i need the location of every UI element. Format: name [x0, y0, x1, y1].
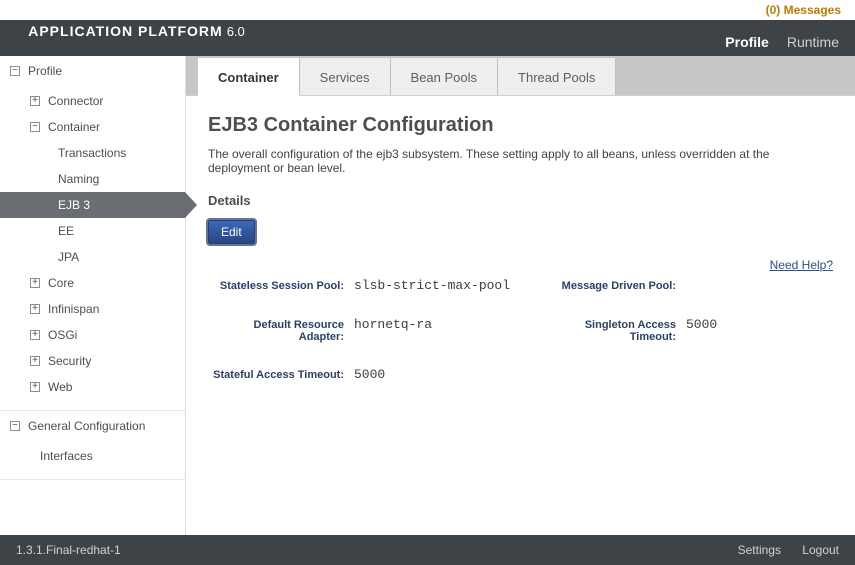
label-singleton-access-timeout: Singleton Access Timeout: — [540, 319, 680, 343]
sidebar-item-label: Security — [48, 354, 91, 368]
sidebar-group-general[interactable]: − General Configuration — [0, 411, 185, 441]
sidebar-item-ejb3[interactable]: EJB 3 — [0, 192, 185, 218]
value-stateless-session-pool: slsb-strict-max-pool — [354, 278, 534, 293]
sidebar-item-label: Container — [48, 120, 100, 134]
sidebar-item-web[interactable]: + Web — [0, 374, 185, 400]
sidebar-item-transactions[interactable]: Transactions — [0, 140, 185, 166]
topnav-profile[interactable]: Profile — [725, 34, 769, 50]
sidebar-group-label: General Configuration — [28, 419, 145, 433]
sidebar-item-label: Infinispan — [48, 302, 99, 316]
minus-icon: − — [10, 66, 20, 76]
value-default-resource-adapter: hornetq-ra — [354, 317, 534, 332]
edit-button[interactable]: Edit — [208, 220, 255, 244]
sidebar-item-label: Web — [48, 380, 72, 394]
sidebar-item-core[interactable]: + Core — [0, 270, 185, 296]
value-stateful-access-timeout: 5000 — [354, 367, 534, 382]
sidebar-item-infinispan[interactable]: + Infinispan — [0, 296, 185, 322]
sidebar-item-label: Core — [48, 276, 74, 290]
tabs-strip: Container Services Bean Pools Thread Poo… — [186, 56, 855, 96]
sidebar-item-label: Interfaces — [40, 449, 93, 463]
sidebar-item-security[interactable]: + Security — [0, 348, 185, 374]
sidebar: − Profile + Connector − Container Transa… — [0, 56, 186, 535]
footer: 1.3.1.Final-redhat-1 Settings Logout — [0, 535, 855, 565]
minus-icon: − — [10, 421, 20, 431]
sidebar-item-connector[interactable]: + Connector — [0, 88, 185, 114]
footer-version: 1.3.1.Final-redhat-1 — [16, 543, 121, 557]
tab-container[interactable]: Container — [198, 58, 300, 96]
sidebar-item-label: Connector — [48, 94, 103, 108]
sidebar-item-ee[interactable]: EE — [0, 218, 185, 244]
section-title-details: Details — [208, 193, 833, 208]
sidebar-item-container[interactable]: − Container — [0, 114, 185, 140]
sidebar-item-jpa[interactable]: JPA — [0, 244, 185, 270]
logo-version: 6.0 — [227, 24, 245, 39]
sidebar-group-profile[interactable]: − Profile — [0, 56, 185, 86]
sidebar-item-osgi[interactable]: + OSGi — [0, 322, 185, 348]
sidebar-item-label: OSGi — [48, 328, 77, 342]
details-form: Stateless Session Pool: slsb-strict-max-… — [208, 278, 833, 382]
plus-icon: + — [30, 356, 40, 366]
main-panel: EJB3 Container Configuration The overall… — [186, 96, 855, 400]
logo-line1: JBOSS' ENTERPRISE — [12, 4, 245, 13]
plus-icon: + — [30, 96, 40, 106]
sidebar-group-label: Profile — [28, 64, 62, 78]
tab-thread-pools[interactable]: Thread Pools — [498, 58, 616, 95]
page-description: The overall configuration of the ejb3 su… — [208, 147, 788, 175]
topnav-runtime[interactable]: Runtime — [787, 34, 839, 50]
plus-icon: + — [30, 330, 40, 340]
label-stateless-session-pool: Stateless Session Pool: — [208, 280, 348, 292]
tab-bean-pools[interactable]: Bean Pools — [391, 58, 499, 95]
need-help-link[interactable]: Need Help? — [770, 258, 833, 272]
minus-icon: − — [30, 122, 40, 132]
sidebar-item-naming[interactable]: Naming — [0, 166, 185, 192]
page-title: EJB3 Container Configuration — [208, 114, 833, 137]
app-header: JBOSS' ENTERPRISE APPLICATION PLATFORM6.… — [0, 20, 855, 56]
plus-icon: + — [30, 278, 40, 288]
logo-line2: APPLICATION PLATFORM — [28, 24, 222, 38]
plus-icon: + — [30, 304, 40, 314]
label-message-driven-pool: Message Driven Pool: — [540, 280, 680, 292]
tab-services[interactable]: Services — [300, 58, 391, 95]
sidebar-item-interfaces[interactable]: Interfaces — [0, 443, 185, 469]
footer-settings-link[interactable]: Settings — [738, 543, 781, 557]
label-stateful-access-timeout: Stateful Access Timeout: — [208, 369, 348, 381]
plus-icon: + — [30, 382, 40, 392]
messages-link[interactable]: (0) Messages — [766, 3, 841, 17]
top-nav: Profile Runtime — [725, 34, 839, 50]
value-singleton-access-timeout: 5000 — [686, 317, 786, 332]
logo: JBOSS' ENTERPRISE APPLICATION PLATFORM 6.… — [12, 0, 245, 50]
footer-logout-link[interactable]: Logout — [802, 543, 839, 557]
label-default-resource-adapter: Default Resource Adapter: — [208, 319, 348, 343]
